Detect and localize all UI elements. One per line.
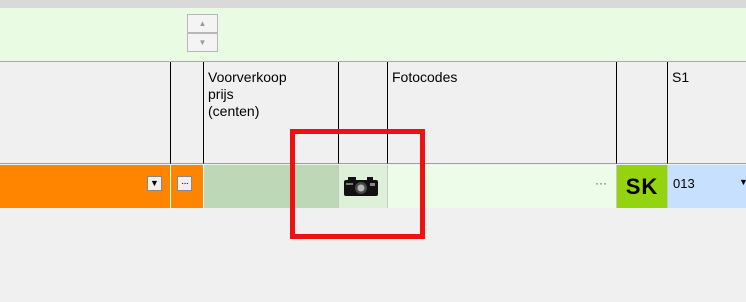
more-icon[interactable]: ··· — [595, 176, 607, 190]
column-header-s1[interactable]: S1 — [668, 62, 746, 164]
table-row-sk-cell[interactable]: SK — [617, 165, 668, 208]
sk-badge: SK — [625, 173, 659, 199]
chevron-down-icon: ▼ — [150, 178, 159, 188]
column-header-label: Fotocodes — [392, 69, 458, 85]
filter-panel: ▲ ▼ — [0, 8, 746, 62]
spin-up-button[interactable]: ▲ — [187, 14, 218, 33]
column-header-sk[interactable] — [617, 62, 668, 164]
column-header-ellipsis[interactable] — [171, 62, 204, 164]
dropdown-button[interactable]: ▼ — [147, 176, 162, 191]
table-row-ellipsis-cell[interactable]: ··· — [171, 165, 204, 208]
table-row-s1-cell[interactable]: 013 ▼ — [668, 165, 746, 208]
highlight-box — [290, 129, 425, 239]
spin-control[interactable]: ▲ ▼ — [187, 14, 218, 52]
chevron-down-icon[interactable]: ▼ — [739, 177, 746, 187]
column-header-label: S1 — [672, 69, 690, 85]
spin-down-button[interactable]: ▼ — [187, 33, 218, 52]
s1-value: 013 — [673, 176, 695, 191]
more-icon: ··· — [181, 177, 189, 189]
chevron-up-icon: ▲ — [198, 18, 207, 28]
column-header-label: Voorverkoop prijs (centen) — [208, 69, 287, 119]
table-row-dropdown-cell[interactable]: ▼ — [0, 165, 171, 208]
column-header-dropdown[interactable] — [0, 62, 171, 164]
ellipsis-button[interactable]: ··· — [177, 176, 192, 191]
chevron-down-icon: ▼ — [198, 37, 207, 47]
